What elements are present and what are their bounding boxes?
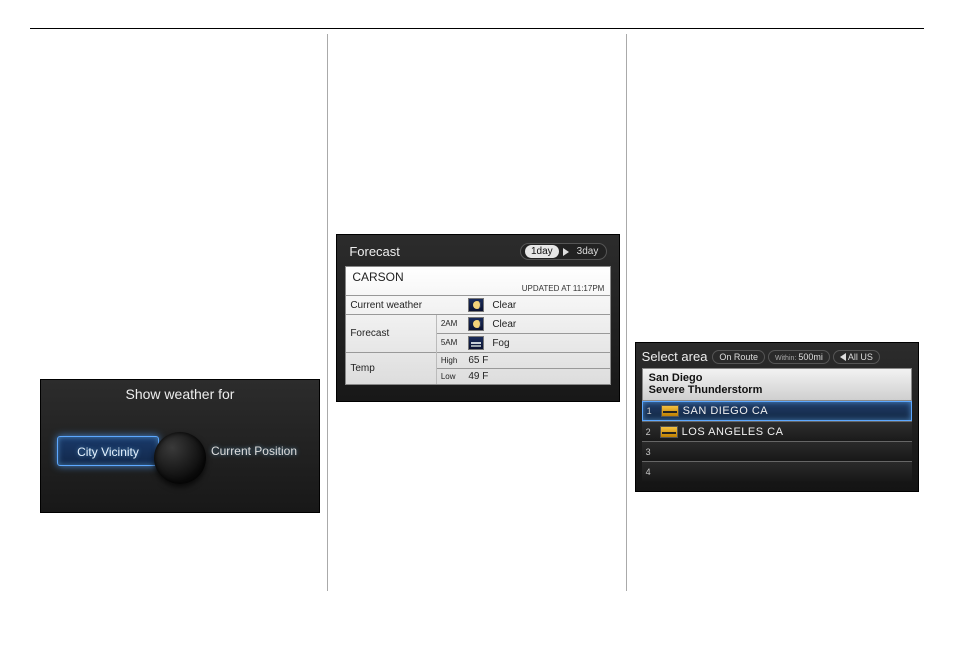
item-label: SAN DIEGO CA bbox=[683, 405, 768, 417]
top-rule bbox=[30, 28, 924, 29]
temp-label: Temp bbox=[346, 353, 436, 385]
row-temp-high: Temp High 65 F bbox=[346, 353, 610, 369]
chip-within-value: 500mi bbox=[798, 352, 823, 362]
chip-all-us-label: All US bbox=[848, 352, 873, 362]
columns: Show weather for City Vicinity Current P… bbox=[30, 34, 924, 591]
current-weather-value: Clear bbox=[488, 296, 610, 315]
temp-high-label: High bbox=[436, 353, 464, 369]
chevron-left-icon bbox=[840, 353, 846, 361]
knob-row: City Vicinity Current Position bbox=[41, 414, 319, 484]
tab-3day[interactable]: 3day bbox=[573, 245, 603, 258]
forecast-table: Current weather Clear Forecast 2AM Clear… bbox=[346, 295, 610, 384]
panel-select-area: Select area On Route Within:500mi All US… bbox=[635, 342, 919, 492]
forecast-city: CARSON bbox=[346, 267, 610, 284]
item-number: 2 bbox=[646, 427, 660, 437]
forecast-title: Forecast bbox=[349, 244, 400, 259]
fog-icon bbox=[468, 336, 484, 350]
detail-alert: Severe Thunderstorm bbox=[643, 384, 911, 400]
current-weather-label: Current weather bbox=[346, 296, 464, 315]
list-item[interactable]: 2 LOS ANGELES CA bbox=[642, 421, 912, 441]
select-area-detail: San Diego Severe Thunderstorm bbox=[642, 368, 912, 401]
chevron-right-icon bbox=[563, 248, 569, 256]
forecast-time-1: 2AM bbox=[436, 315, 464, 334]
select-area-header: Select area On Route Within:500mi All US bbox=[642, 347, 912, 368]
moon-icon bbox=[468, 298, 484, 312]
forecast-value-2: Fog bbox=[488, 334, 610, 353]
area-list: 1 SAN DIEGO CA 2 LOS ANGELES CA 3 4 bbox=[642, 401, 912, 481]
detail-city: San Diego bbox=[643, 369, 911, 384]
select-area-title: Select area bbox=[642, 349, 708, 364]
forecast-tabs[interactable]: 1day 3day bbox=[520, 243, 607, 260]
list-item[interactable]: 3 bbox=[642, 441, 912, 461]
item-number: 3 bbox=[646, 447, 660, 457]
chip-within-label: Within: bbox=[775, 355, 796, 362]
forecast-value-1: Clear bbox=[488, 315, 610, 334]
list-item[interactable]: 4 bbox=[642, 461, 912, 481]
item-number: 1 bbox=[647, 406, 661, 416]
column-2: Forecast 1day 3day CARSON UPDATED AT 11:… bbox=[328, 34, 626, 591]
item-label: LOS ANGELES CA bbox=[682, 426, 784, 438]
city-vicinity-button[interactable]: City Vicinity bbox=[57, 436, 159, 466]
forecast-header: Forecast 1day 3day bbox=[345, 241, 611, 266]
list-item[interactable]: 1 SAN DIEGO CA bbox=[642, 401, 912, 421]
panel-title: Show weather for bbox=[41, 380, 319, 414]
panel-forecast: Forecast 1day 3day CARSON UPDATED AT 11:… bbox=[336, 234, 620, 402]
moon-icon bbox=[468, 317, 484, 331]
column-3: Select area On Route Within:500mi All US… bbox=[627, 34, 924, 591]
rotary-knob[interactable] bbox=[154, 432, 206, 484]
row-current: Current weather Clear bbox=[346, 296, 610, 315]
temp-low-label: Low bbox=[436, 369, 464, 385]
forecast-label: Forecast bbox=[346, 315, 436, 353]
forecast-updated: UPDATED AT 11:17PM bbox=[346, 284, 610, 295]
chip-within[interactable]: Within:500mi bbox=[768, 350, 830, 364]
tab-1day[interactable]: 1day bbox=[525, 245, 559, 258]
chip-all-us[interactable]: All US bbox=[833, 350, 880, 364]
alert-icon bbox=[660, 426, 678, 438]
row-forecast-1: Forecast 2AM Clear bbox=[346, 315, 610, 334]
chip-on-route[interactable]: On Route bbox=[712, 350, 765, 364]
current-position-button[interactable]: Current Position bbox=[211, 436, 305, 466]
forecast-time-2: 5AM bbox=[436, 334, 464, 353]
temp-low-value: 49 F bbox=[464, 369, 610, 385]
alert-icon bbox=[661, 405, 679, 417]
item-number: 4 bbox=[646, 467, 660, 477]
panel-show-weather: Show weather for City Vicinity Current P… bbox=[40, 379, 320, 513]
temp-high-value: 65 F bbox=[464, 353, 610, 369]
column-1: Show weather for City Vicinity Current P… bbox=[30, 34, 328, 591]
forecast-body: CARSON UPDATED AT 11:17PM Current weathe… bbox=[345, 266, 611, 385]
